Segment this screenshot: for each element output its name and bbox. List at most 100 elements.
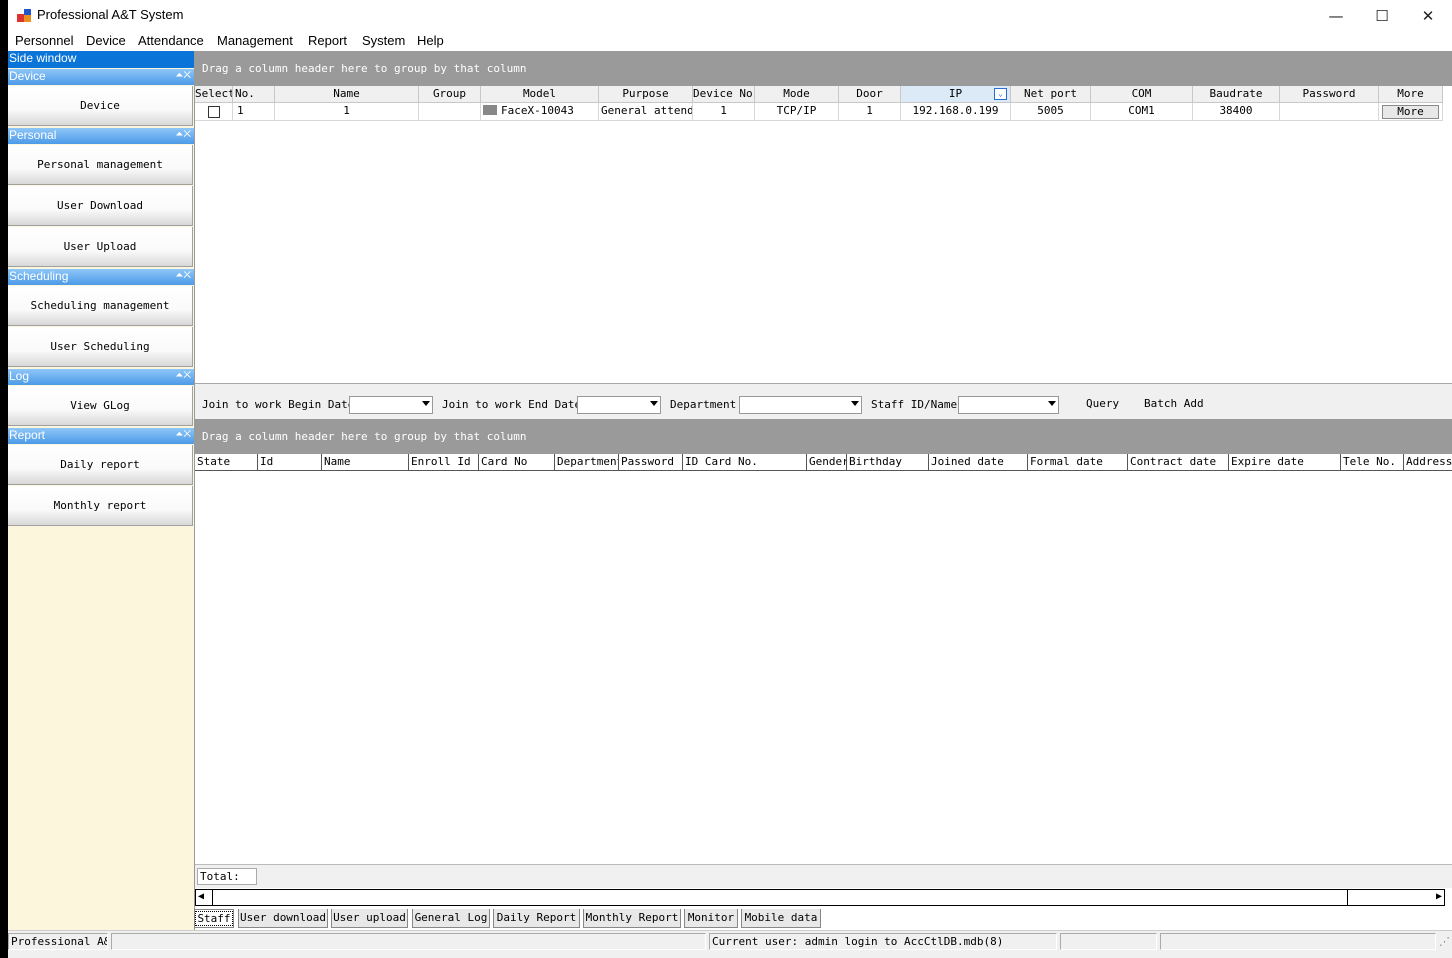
cell-name[interactable]: 1 xyxy=(275,103,419,121)
resize-grip-icon[interactable]: ⋰ xyxy=(1439,935,1450,948)
device-button[interactable]: Device xyxy=(8,86,193,126)
col-formal-date[interactable]: Formal date xyxy=(1028,454,1128,471)
col-birthday[interactable]: Birthday xyxy=(847,454,929,471)
minimize-button[interactable]: — xyxy=(1313,0,1359,31)
col-card-no[interactable]: Card No xyxy=(479,454,555,471)
tab-general-log[interactable]: General Log xyxy=(412,909,490,928)
group-report-header[interactable]: Report ⏶✕ xyxy=(8,428,194,444)
cell-ip[interactable]: 192.168.0.199 xyxy=(901,103,1011,121)
cell-device-no[interactable]: 1 xyxy=(693,103,755,121)
scheduling-management-button[interactable]: Scheduling management xyxy=(8,286,193,326)
col-joined-date[interactable]: Joined date xyxy=(929,454,1028,471)
collapse-close-icon[interactable]: ⏶✕ xyxy=(175,269,191,283)
batch-add-button[interactable]: Batch Add xyxy=(1144,397,1204,410)
department-combo[interactable] xyxy=(739,396,862,414)
staff-id-name-combo[interactable] xyxy=(958,396,1059,414)
daily-report-button[interactable]: Daily report xyxy=(8,445,193,485)
col-com[interactable]: COM xyxy=(1091,86,1193,103)
col-department[interactable]: Department xyxy=(555,454,619,471)
maximize-button[interactable]: ☐ xyxy=(1359,0,1405,31)
col-net-port[interactable]: Net port xyxy=(1011,86,1091,103)
user-download-button[interactable]: User Download xyxy=(8,186,193,226)
cell-purpose[interactable]: General attendance xyxy=(599,103,693,121)
scroll-left-icon[interactable]: ◀ xyxy=(198,891,204,902)
col-id-card-no[interactable]: ID Card No. xyxy=(683,454,807,471)
cell-net-port[interactable]: 5005 xyxy=(1011,103,1091,121)
col-staff-name[interactable]: Name xyxy=(322,454,409,471)
begin-date-combo[interactable] xyxy=(349,396,433,414)
col-enroll-id[interactable]: Enroll Id xyxy=(409,454,479,471)
view-glog-button[interactable]: View GLog xyxy=(8,386,193,426)
cell-door[interactable]: 1 xyxy=(839,103,901,121)
col-gender[interactable]: Gender xyxy=(807,454,847,471)
cell-com[interactable]: COM1 xyxy=(1091,103,1193,121)
filter-dropdown-icon[interactable]: ⌄ xyxy=(994,88,1007,100)
end-date-combo[interactable] xyxy=(577,396,661,414)
device-group-by-bar[interactable]: Drag a column header here to group by th… xyxy=(195,51,1452,86)
col-address[interactable]: Address xyxy=(1404,454,1452,471)
col-group[interactable]: Group xyxy=(419,86,481,103)
col-mode[interactable]: Mode xyxy=(755,86,839,103)
tab-staff[interactable]: Staff xyxy=(194,909,234,928)
group-scheduling-header[interactable]: Scheduling ⏶✕ xyxy=(8,269,194,285)
collapse-close-icon[interactable]: ⏶✕ xyxy=(175,428,191,442)
col-ip[interactable]: IP ⌄ xyxy=(901,86,1011,103)
col-purpose[interactable]: Purpose xyxy=(599,86,693,103)
tab-user-download[interactable]: User download xyxy=(238,909,328,928)
collapse-close-icon[interactable]: ⏶✕ xyxy=(175,369,191,383)
menu-personnel[interactable]: Personnel xyxy=(15,33,74,48)
menu-device[interactable]: Device xyxy=(86,33,126,48)
col-tele-no[interactable]: Tele No. xyxy=(1341,454,1404,471)
col-select[interactable]: Select xyxy=(195,86,233,103)
menu-help[interactable]: Help xyxy=(417,33,444,48)
col-staff-password[interactable]: Password xyxy=(619,454,683,471)
menu-management[interactable]: Management xyxy=(217,33,293,48)
col-no[interactable]: No. xyxy=(233,86,275,103)
cell-baudrate[interactable]: 38400 xyxy=(1193,103,1280,121)
col-device-no[interactable]: Device No. xyxy=(693,86,755,103)
tab-monitor[interactable]: Monitor xyxy=(684,909,738,928)
col-contract-date[interactable]: Contract date xyxy=(1128,454,1229,471)
cell-mode[interactable]: TCP/IP xyxy=(755,103,839,121)
col-baudrate[interactable]: Baudrate xyxy=(1193,86,1280,103)
title-bar: Professional A&T System — ☐ ✕ xyxy=(8,0,1452,31)
collapse-close-icon[interactable]: ⏶✕ xyxy=(175,69,191,83)
group-log-header[interactable]: Log ⏶✕ xyxy=(8,369,194,385)
monthly-report-button[interactable]: Monthly report xyxy=(8,486,193,526)
staff-group-by-bar[interactable]: Drag a column header here to group by th… xyxy=(195,419,1452,454)
select-checkbox-cell[interactable] xyxy=(195,103,233,121)
more-button[interactable]: More xyxy=(1382,105,1439,119)
menu-attendance[interactable]: Attendance xyxy=(138,33,204,48)
col-id[interactable]: Id xyxy=(258,454,322,471)
tab-user-upload[interactable]: User upload xyxy=(331,909,408,928)
scroll-right-icon[interactable]: ▶ xyxy=(1436,891,1442,902)
menu-system[interactable]: System xyxy=(362,33,405,48)
col-more[interactable]: More xyxy=(1379,86,1443,103)
col-expire-date[interactable]: Expire date xyxy=(1229,454,1341,471)
group-personal-header[interactable]: Personal ⏶✕ xyxy=(8,128,194,144)
select-checkbox[interactable] xyxy=(207,106,220,118)
user-scheduling-button[interactable]: User Scheduling xyxy=(8,327,193,367)
tab-monthly-report[interactable]: Monthly Report xyxy=(583,909,681,928)
col-name[interactable]: Name xyxy=(275,86,419,103)
cell-password[interactable] xyxy=(1280,103,1379,121)
scroll-thumb[interactable] xyxy=(212,890,1348,905)
col-state[interactable]: State xyxy=(195,454,258,471)
cell-more[interactable]: More xyxy=(1379,103,1443,121)
cell-group[interactable] xyxy=(419,103,481,121)
close-button[interactable]: ✕ xyxy=(1405,0,1451,31)
query-button[interactable]: Query xyxy=(1086,397,1119,410)
col-door[interactable]: Door xyxy=(839,86,901,103)
collapse-close-icon[interactable]: ⏶✕ xyxy=(175,128,191,142)
user-upload-button[interactable]: User Upload xyxy=(8,227,193,267)
col-password[interactable]: Password xyxy=(1280,86,1379,103)
group-device-header[interactable]: Device ⏶✕ xyxy=(8,69,194,85)
horizontal-scrollbar[interactable]: ◀ ▶ xyxy=(195,889,1445,906)
tab-daily-report[interactable]: Daily Report xyxy=(493,909,580,928)
personal-management-button[interactable]: Personal management xyxy=(8,145,193,185)
cell-model[interactable]: FaceX-10043 xyxy=(481,103,599,121)
menu-report[interactable]: Report xyxy=(308,33,347,48)
tab-mobile-data[interactable]: Mobile data xyxy=(741,909,821,928)
cell-no[interactable]: 1 xyxy=(233,103,275,121)
col-model[interactable]: Model xyxy=(481,86,599,103)
